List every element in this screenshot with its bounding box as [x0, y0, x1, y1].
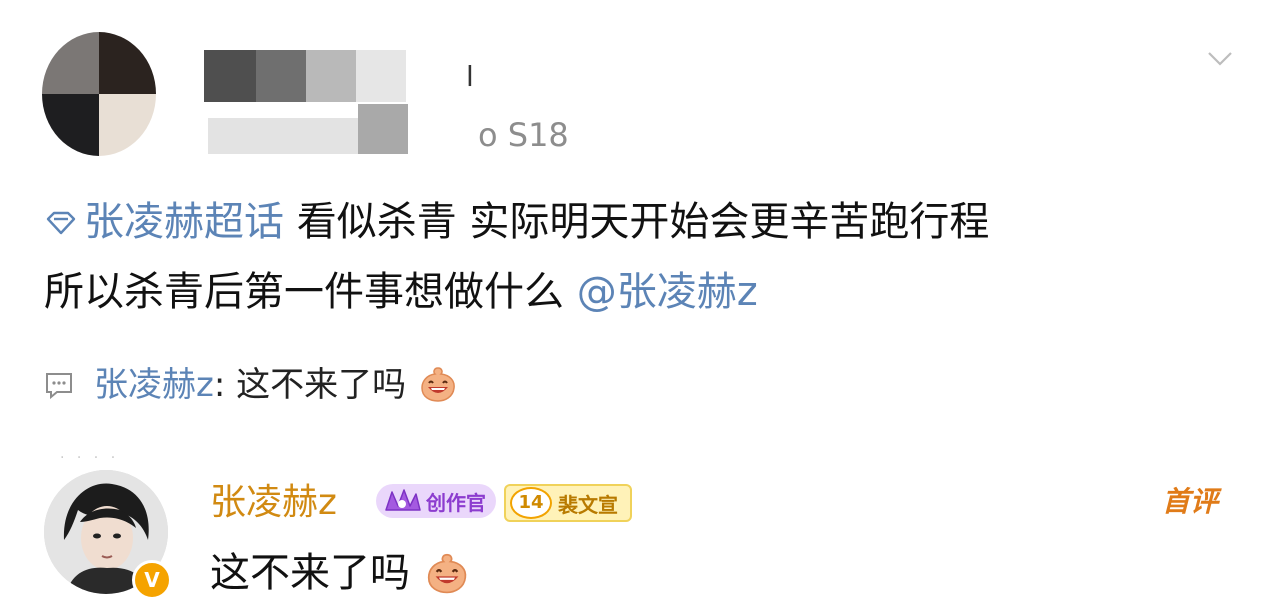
first-comment-label: 首评 [1162, 485, 1219, 518]
poster-name-blur [256, 50, 306, 102]
post-text-part-2: 所以杀青后第一件事想做什么 [44, 269, 577, 315]
topic-diamond-icon [46, 211, 76, 235]
comment-preview[interactable]: 张凌赫z: 这不来了吗 [44, 362, 459, 408]
divider: · · · · [60, 450, 120, 466]
laugh-emoji-icon [421, 367, 455, 402]
topic-link[interactable]: 张凌赫超话 [44, 199, 297, 245]
creator-badge-icon [385, 489, 421, 511]
comment-preview-author[interactable]: 张凌赫z [94, 365, 214, 405]
fan-level-badge[interactable]: 14 裴文宣 [504, 484, 632, 522]
reply-text: 这不来了吗 [210, 548, 471, 598]
mention-link[interactable]: @张凌赫z [577, 269, 758, 315]
creator-badge-label: 创作官 [426, 490, 486, 515]
poster-name-blur [204, 50, 256, 102]
comment-icon [46, 373, 72, 400]
fan-badge-label: 裴文宣 [558, 492, 618, 517]
poster-avatar[interactable] [42, 32, 156, 156]
chevron-down-icon[interactable] [1206, 44, 1234, 72]
reply-text-content: 这不来了吗 [210, 550, 410, 596]
topic-label: 张凌赫超话 [84, 199, 284, 245]
poster-name-blur [356, 50, 406, 102]
comment-preview-text: 这不来了吗 [236, 365, 407, 405]
laugh-emoji-icon [427, 553, 466, 594]
reply-author[interactable]: 张凌赫z [210, 480, 337, 526]
post-device: o S18 [478, 116, 569, 154]
post-meta-blur [208, 118, 358, 154]
post-text-part-1: 看似杀青 实际明天开始会更辛苦跑行程 [296, 199, 990, 245]
comment-preview-separator: : [213, 365, 237, 405]
poster-name-blur [306, 50, 356, 102]
fan-level-number: 14 [510, 487, 552, 519]
post-text-line-1: 张凌赫超话 看似杀青 实际明天开始会更辛苦跑行程 [44, 196, 989, 248]
creator-badge[interactable]: 创作官 [376, 484, 496, 518]
post-meta-blur [358, 104, 408, 154]
poster-name-trail: l [466, 60, 474, 93]
verified-badge-icon: V [132, 560, 172, 600]
post-text-line-2: 所以杀青后第一件事想做什么 @张凌赫z [44, 266, 758, 318]
